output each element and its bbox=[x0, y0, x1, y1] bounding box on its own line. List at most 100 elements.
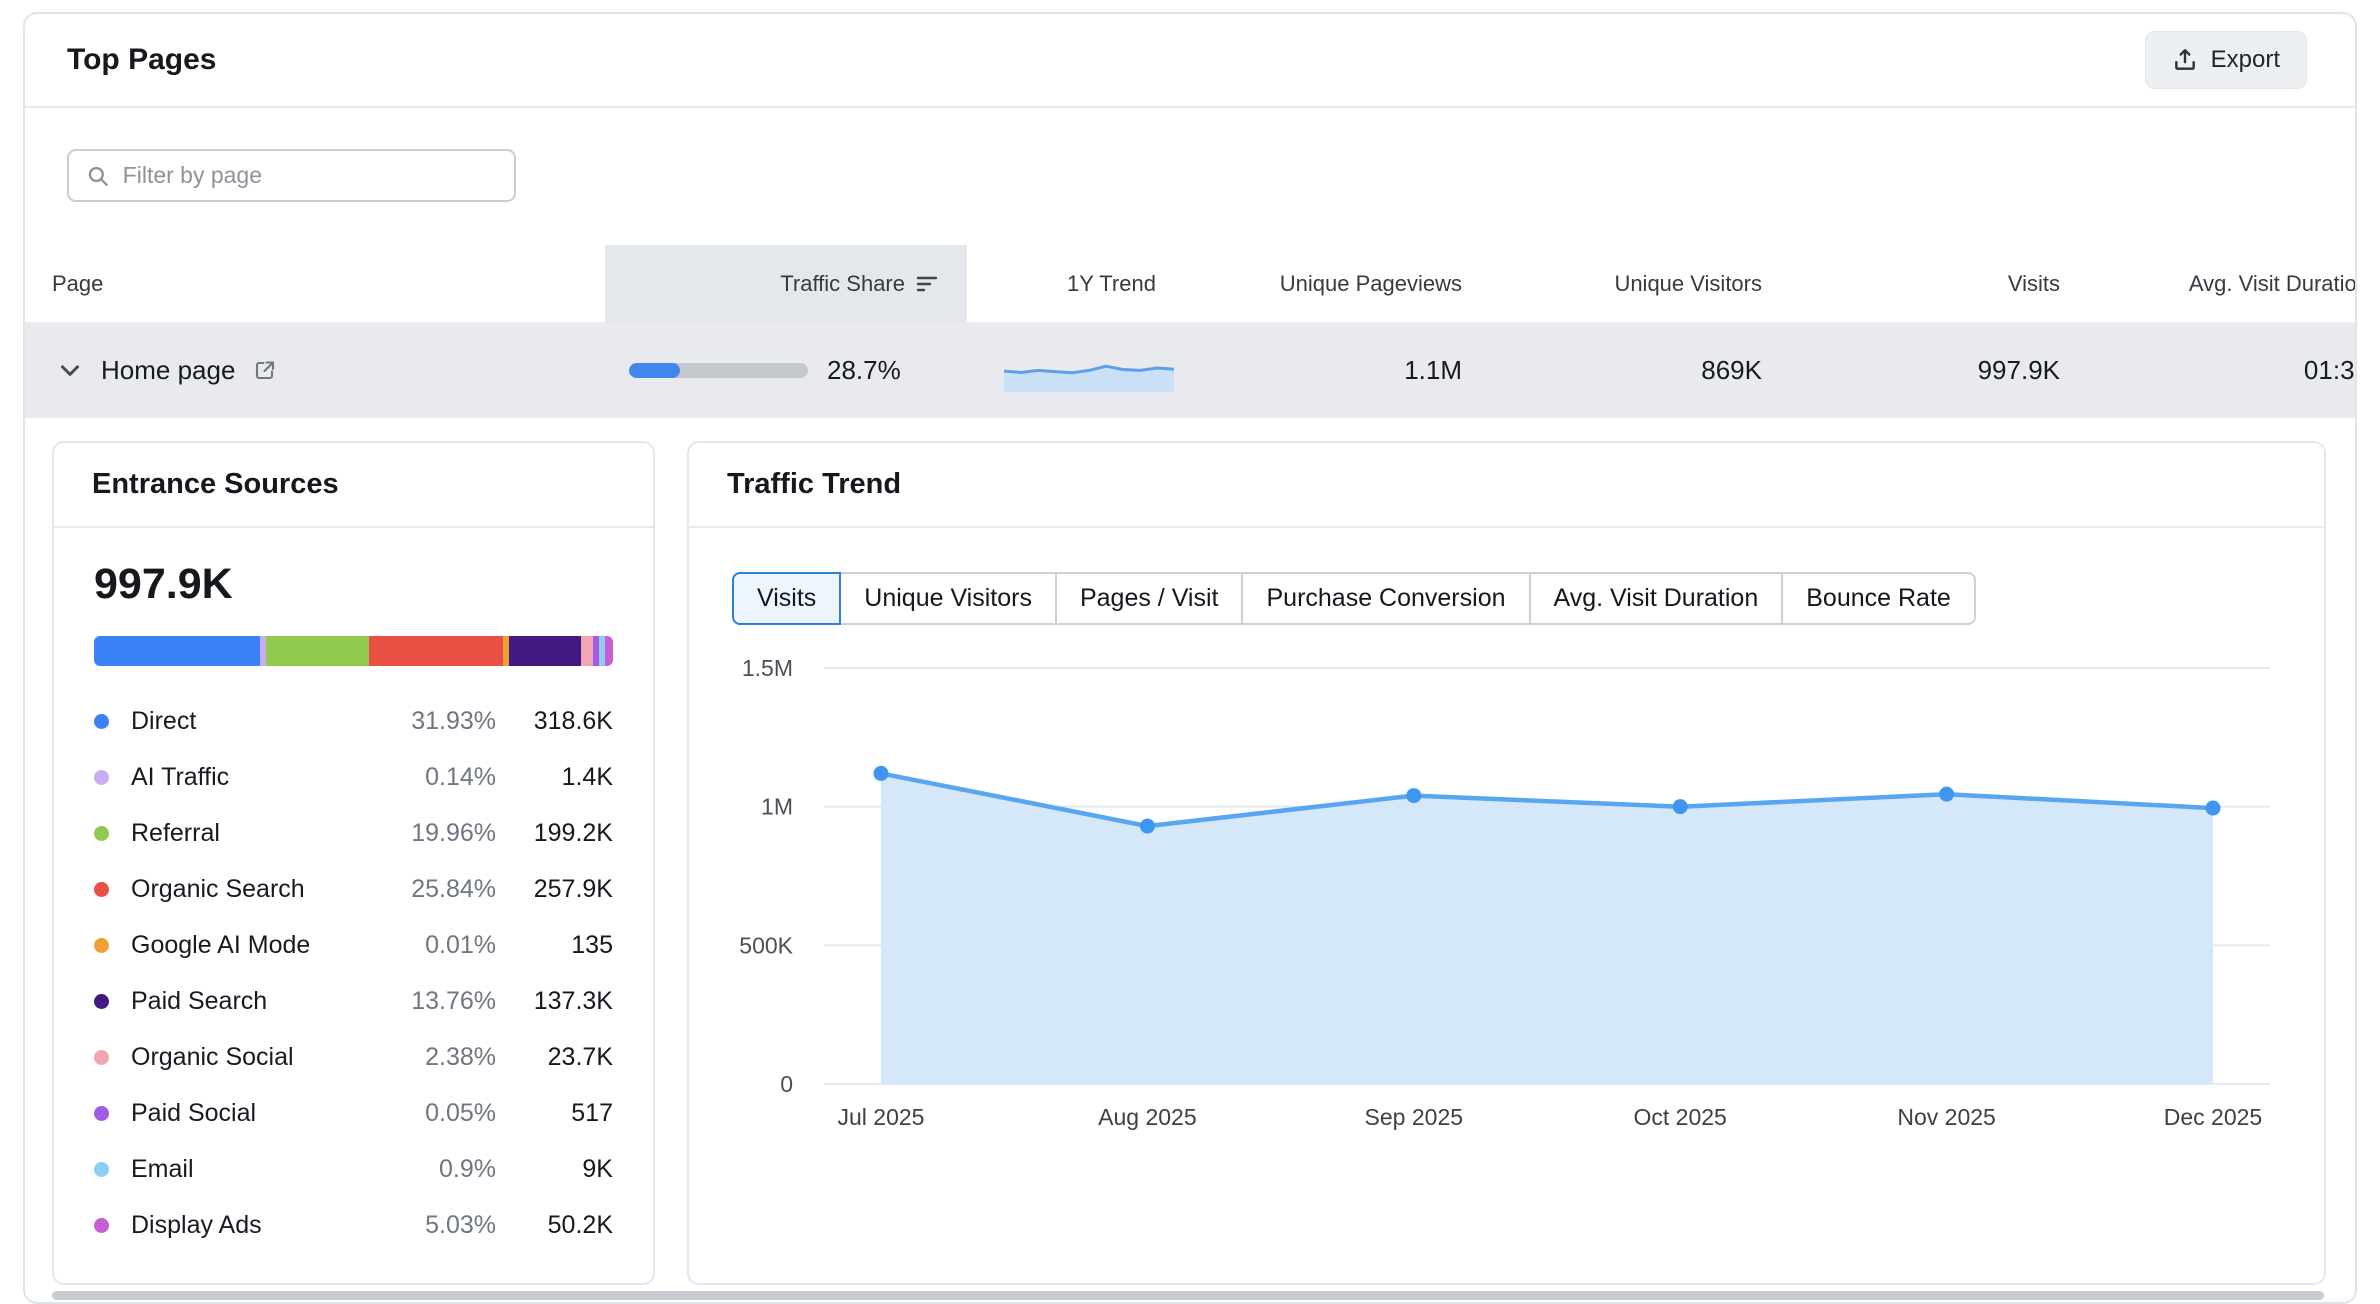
avg-visit-duration-cell: 01:31 bbox=[2092, 322, 2357, 418]
bar-segment-paid-search bbox=[509, 636, 580, 666]
column-header-label: Traffic Share bbox=[780, 271, 905, 297]
source-percent: 0.05% bbox=[346, 1099, 496, 1128]
bar-segment-display-ads bbox=[605, 636, 613, 666]
data-point-oct-2025 bbox=[1673, 799, 1688, 814]
top-pages-panel: Top Pages Export Page Traffic Share 1Y Tre… bbox=[23, 12, 2357, 1304]
column-header-traffic-share[interactable]: Traffic Share bbox=[605, 245, 967, 322]
entrance-sources-bar bbox=[94, 636, 613, 666]
data-point-dec-2025 bbox=[2206, 801, 2221, 816]
source-label: Email bbox=[131, 1155, 346, 1184]
source-percent: 0.14% bbox=[346, 763, 496, 792]
tab-visits[interactable]: Visits bbox=[732, 572, 841, 625]
source-color-dot bbox=[94, 994, 109, 1009]
source-percent: 31.93% bbox=[346, 707, 496, 736]
unique-visitors-value: 869K bbox=[1701, 355, 1762, 386]
tab-bounce-rate[interactable]: Bounce Rate bbox=[1781, 572, 1976, 625]
y-axis-label: 1.5M bbox=[742, 655, 793, 681]
source-value: 517 bbox=[496, 1099, 613, 1128]
traffic-trend-card: Traffic Trend VisitsUnique VisitorsPages… bbox=[687, 441, 2326, 1285]
visits-cell: 997.9K bbox=[1792, 322, 2092, 418]
page-name: Home page bbox=[101, 355, 235, 386]
panel-header: Top Pages Export bbox=[25, 14, 2355, 108]
source-value: 137.3K bbox=[496, 987, 613, 1016]
unique-pageviews-cell: 1.1M bbox=[1210, 322, 1492, 418]
export-icon bbox=[2172, 47, 2198, 73]
unique-visitors-cell: 869K bbox=[1492, 322, 1792, 418]
source-label: Paid Social bbox=[131, 1099, 346, 1128]
sparkline-chart bbox=[1002, 348, 1176, 392]
y-axis-label: 0 bbox=[780, 1071, 793, 1097]
source-label: Display Ads bbox=[131, 1211, 346, 1240]
entrance-sources-list: Direct31.93%318.6KAI Traffic0.14%1.4KRef… bbox=[94, 693, 613, 1253]
source-value: 257.9K bbox=[496, 875, 613, 904]
visits-value: 997.9K bbox=[1978, 355, 2060, 386]
data-point-jul-2025 bbox=[874, 766, 889, 781]
entrance-source-row-organic-search: Organic Search25.84%257.9K bbox=[94, 861, 613, 917]
column-header-label: Unique Pageviews bbox=[1280, 271, 1462, 297]
entrance-source-row-google-ai-mode: Google AI Mode0.01%135 bbox=[94, 917, 613, 973]
entrance-total: 997.9K bbox=[94, 560, 613, 609]
source-percent: 5.03% bbox=[346, 1211, 496, 1240]
collapse-row-button[interactable] bbox=[55, 355, 85, 385]
source-label: Organic Search bbox=[131, 875, 346, 904]
x-axis-label: Nov 2025 bbox=[1897, 1104, 1995, 1130]
filter-input[interactable] bbox=[123, 162, 497, 189]
column-header-label: Page bbox=[52, 271, 103, 297]
source-value: 23.7K bbox=[496, 1043, 613, 1072]
source-percent: 25.84% bbox=[346, 875, 496, 904]
source-label: Paid Search bbox=[131, 987, 346, 1016]
x-axis-label: Aug 2025 bbox=[1098, 1104, 1196, 1130]
avg-visit-duration-value: 01:31 bbox=[2304, 355, 2357, 386]
column-header-avg-visit-duration[interactable]: Avg. Visit Duration bbox=[2092, 245, 2357, 322]
entrance-source-row-paid-search: Paid Search13.76%137.3K bbox=[94, 973, 613, 1029]
traffic-share-value: 28.7% bbox=[827, 355, 901, 386]
source-percent: 19.96% bbox=[346, 819, 496, 848]
source-percent: 0.9% bbox=[346, 1155, 496, 1184]
trend-tabs: VisitsUnique VisitorsPages / VisitPurcha… bbox=[732, 572, 1976, 625]
entrance-source-row-ai-traffic: AI Traffic0.14%1.4K bbox=[94, 749, 613, 805]
bar-segment-direct bbox=[94, 636, 260, 666]
source-color-dot bbox=[94, 1218, 109, 1233]
export-button[interactable]: Export bbox=[2145, 31, 2307, 89]
x-axis-label: Jul 2025 bbox=[838, 1104, 925, 1130]
horizontal-scrollbar[interactable] bbox=[52, 1291, 2324, 1300]
source-color-dot bbox=[94, 1106, 109, 1121]
column-header-unique-visitors[interactable]: Unique Visitors bbox=[1492, 245, 1792, 322]
source-label: Direct bbox=[131, 707, 346, 736]
source-value: 50.2K bbox=[496, 1211, 613, 1240]
source-label: Organic Social bbox=[131, 1043, 346, 1072]
pages-table: Page Traffic Share 1Y Trend Unique Pageview… bbox=[25, 245, 2357, 418]
source-value: 199.2K bbox=[496, 819, 613, 848]
source-percent: 2.38% bbox=[346, 1043, 496, 1072]
entrance-sources-card: Entrance Sources 997.9K Direct31.93%318.… bbox=[52, 441, 655, 1285]
source-color-dot bbox=[94, 770, 109, 785]
entrance-source-row-display-ads: Display Ads5.03%50.2K bbox=[94, 1197, 613, 1253]
sort-icon bbox=[915, 272, 939, 296]
entrance-source-row-direct: Direct31.93%318.6K bbox=[94, 693, 613, 749]
filter-field bbox=[67, 149, 516, 202]
open-page-link[interactable] bbox=[253, 358, 277, 382]
column-header-label: 1Y Trend bbox=[1067, 271, 1156, 297]
column-header-unique-pageviews[interactable]: Unique Pageviews bbox=[1210, 245, 1492, 322]
column-header-page[interactable]: Page bbox=[25, 245, 605, 322]
source-color-dot bbox=[94, 1050, 109, 1065]
unique-pageviews-value: 1.1M bbox=[1404, 355, 1462, 386]
column-header-label: Avg. Visit Duration bbox=[2189, 271, 2357, 297]
column-header-1y-trend[interactable]: 1Y Trend bbox=[967, 245, 1210, 322]
source-value: 135 bbox=[496, 931, 613, 960]
bar-segment-organic-search bbox=[369, 636, 503, 666]
chevron-down-icon bbox=[55, 355, 85, 385]
source-color-dot bbox=[94, 714, 109, 729]
y-axis-label: 1M bbox=[761, 794, 793, 820]
tab-pages-visit[interactable]: Pages / Visit bbox=[1055, 572, 1244, 625]
tab-unique-visitors[interactable]: Unique Visitors bbox=[839, 572, 1057, 625]
data-point-aug-2025 bbox=[1140, 819, 1155, 834]
expanded-row-detail: Entrance Sources 997.9K Direct31.93%318.… bbox=[25, 418, 2355, 1285]
table-row-home-page[interactable]: Home page 28.7% 1 bbox=[25, 322, 2357, 418]
tab-purchase-conversion[interactable]: Purchase Conversion bbox=[1241, 572, 1530, 625]
column-header-visits[interactable]: Visits bbox=[1792, 245, 2092, 322]
source-color-dot bbox=[94, 1162, 109, 1177]
page-cell: Home page bbox=[25, 322, 605, 418]
source-color-dot bbox=[94, 938, 109, 953]
tab-avg-visit-duration[interactable]: Avg. Visit Duration bbox=[1529, 572, 1784, 625]
